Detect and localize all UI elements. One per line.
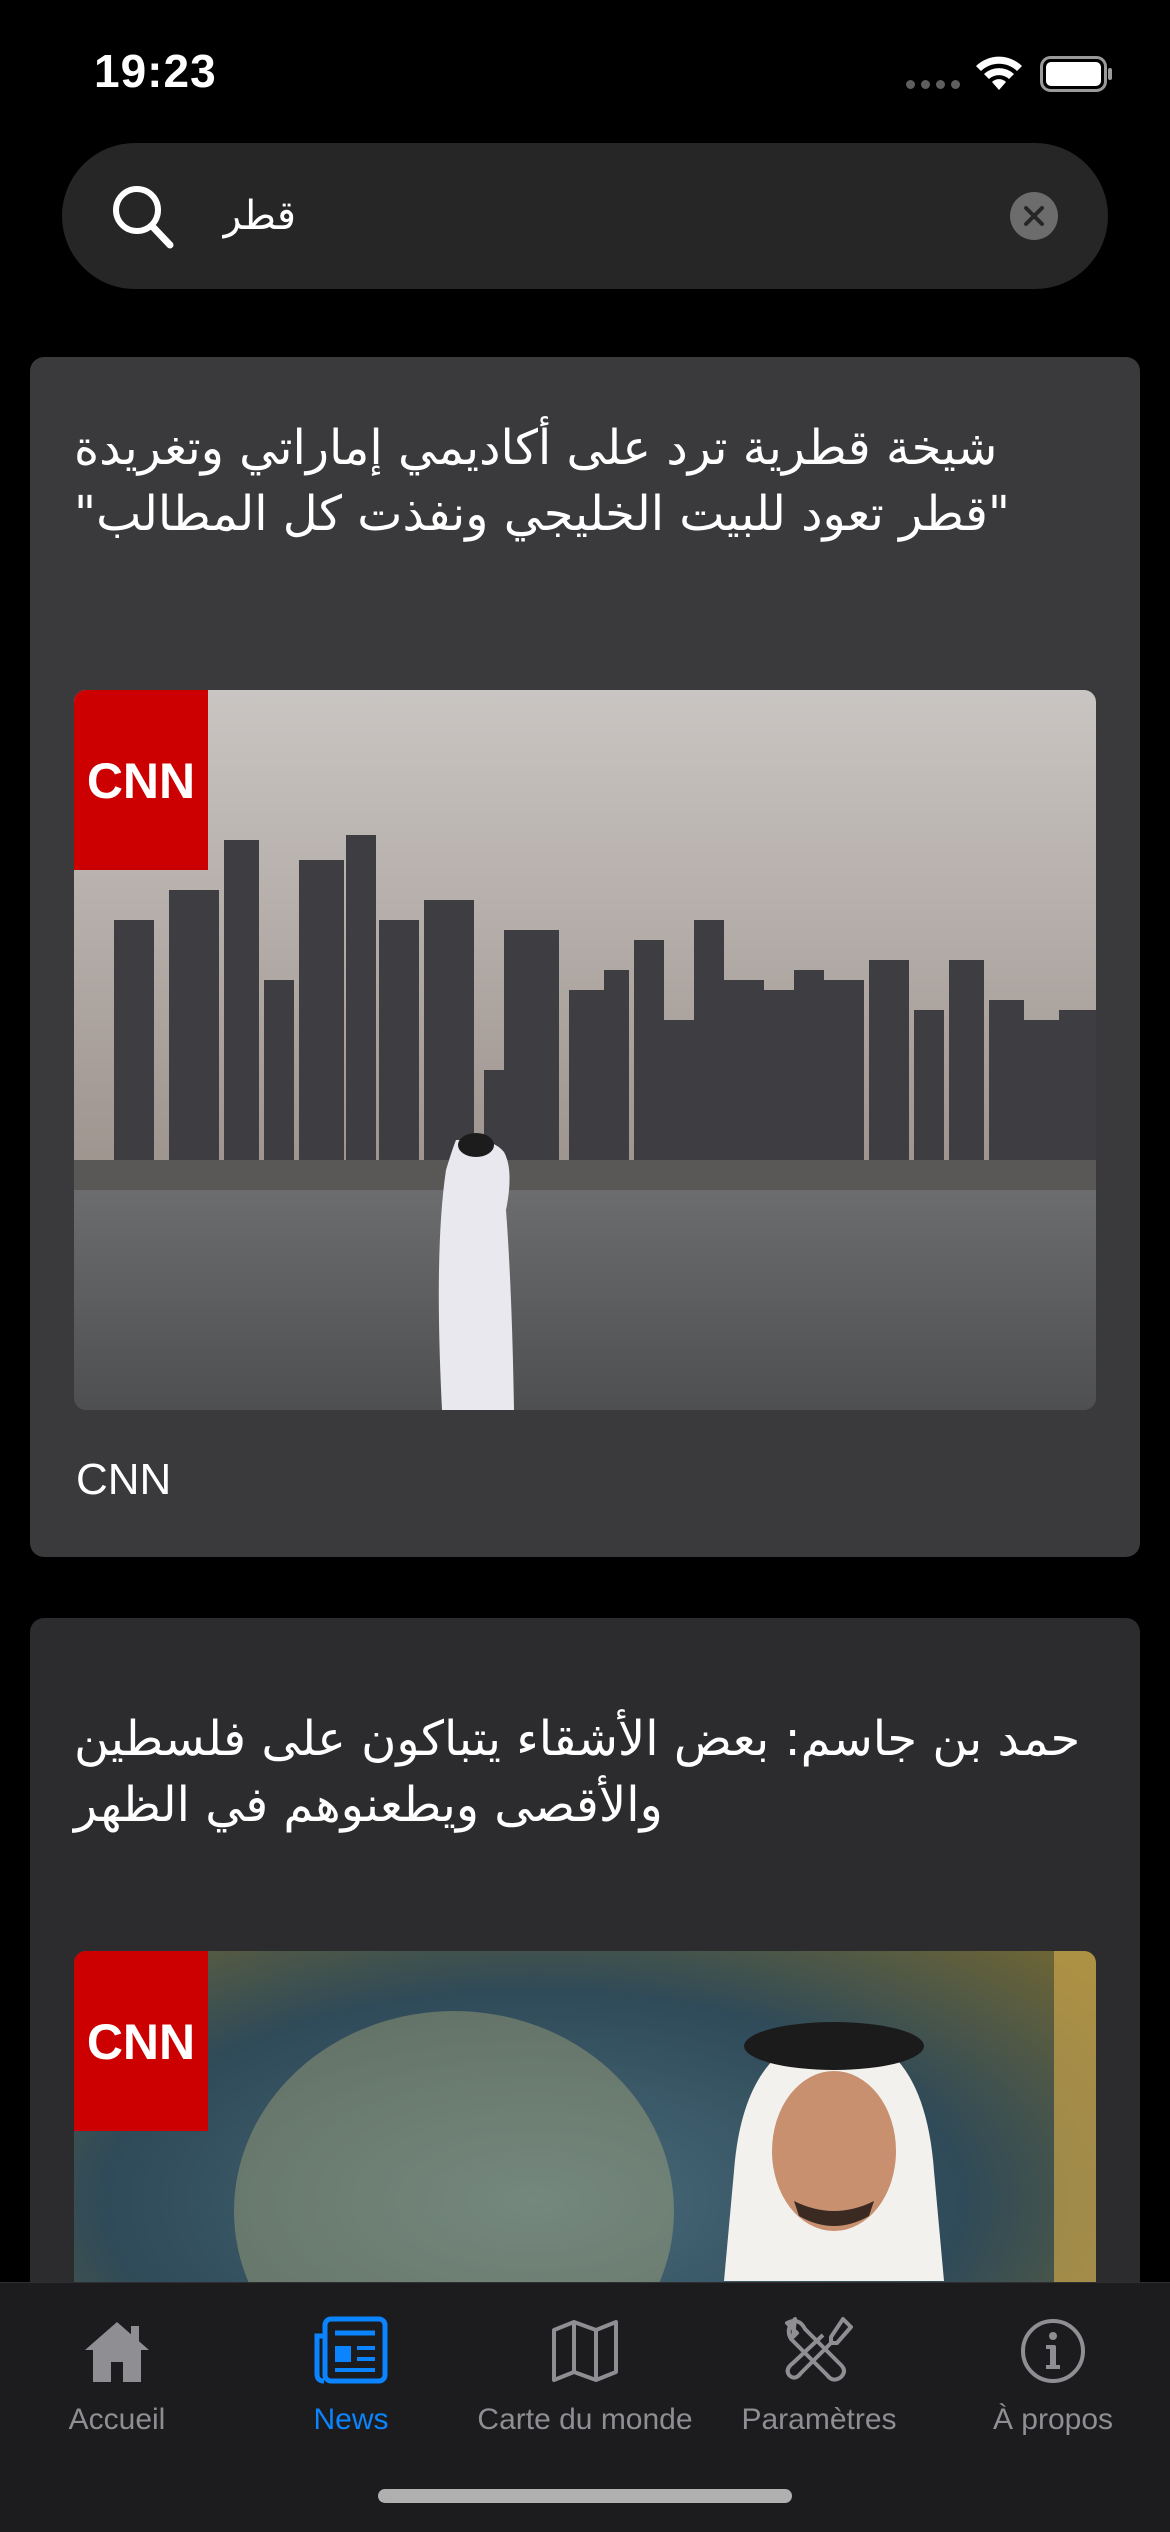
tab-parametres[interactable]: Paramètres <box>702 2283 936 2453</box>
article-image: CNN <box>74 690 1096 1410</box>
search-input[interactable] <box>222 171 1042 261</box>
article-source: CNN <box>76 1455 172 1504</box>
status-time: 19:23 <box>94 45 217 97</box>
search-bar[interactable] <box>62 143 1108 289</box>
info-icon <box>1019 2313 1087 2389</box>
search-icon <box>113 186 174 249</box>
house-icon <box>81 2313 153 2389</box>
svg-text:CNN: CNN <box>87 753 195 809</box>
tab-label: Paramètres <box>741 2403 897 2436</box>
close-icon <box>1024 206 1044 226</box>
home-indicator <box>378 2489 792 2503</box>
battery-icon <box>1040 56 1112 92</box>
cellular-signal-icon <box>906 80 960 89</box>
article-title: حمد بن جاسم: بعض الأشقاء يتباكون على فلس… <box>74 1711 1081 1833</box>
tools-icon <box>781 2313 857 2389</box>
newspaper-icon <box>313 2313 389 2389</box>
tab-a-propos[interactable]: À propos <box>936 2283 1170 2453</box>
tab-label: Carte du monde <box>477 2403 693 2436</box>
map-icon <box>550 2313 620 2389</box>
tab-news[interactable]: News <box>234 2283 468 2453</box>
cnn-logo: CNN <box>74 690 208 870</box>
status-bar: 19:23 <box>0 0 1170 150</box>
tab-accueil[interactable]: Accueil <box>0 2283 234 2453</box>
article-card[interactable]: حمد بن جاسم: بعض الأشقاء يتباكون على فلس… <box>30 1618 1140 2378</box>
svg-text:CNN: CNN <box>87 2014 195 2070</box>
cnn-logo: CNN <box>74 1951 208 2131</box>
tab-label: News <box>313 2403 389 2436</box>
wifi-icon <box>976 56 1022 90</box>
article-card[interactable]: شيخة قطرية ترد على أكاديمي إماراتي وتغري… <box>30 357 1140 1557</box>
tab-label: Accueil <box>68 2403 166 2436</box>
tab-label: À propos <box>992 2403 1114 2436</box>
screen: 19:23 شيخة قطرية ترد على أ <box>0 0 1170 2532</box>
article-title: شيخة قطرية ترد على أكاديمي إماراتي وتغري… <box>74 420 1010 542</box>
clear-search-button[interactable] <box>1010 192 1058 240</box>
tab-carte-du-monde[interactable]: Carte du monde <box>468 2283 702 2453</box>
